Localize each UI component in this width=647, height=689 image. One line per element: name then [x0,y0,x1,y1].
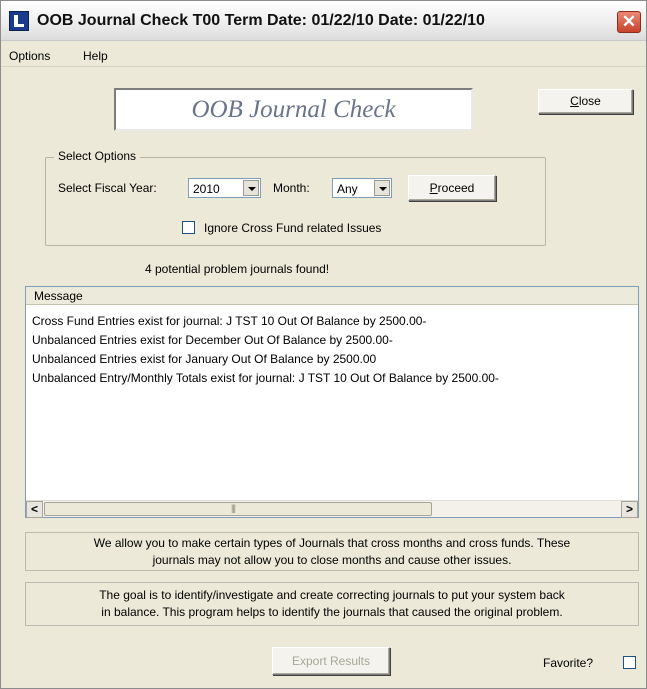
menu-help[interactable]: Help [83,49,108,63]
fiscal-year-select[interactable]: 2010 [188,178,261,198]
chevron-down-icon[interactable] [243,180,259,196]
ignore-cross-fund-label: Ignore Cross Fund related Issues [204,221,382,235]
window-title: OOB Journal Check T00 Term Date: 01/22/1… [37,12,485,29]
month-select[interactable]: Any [332,178,392,198]
message-rows: Cross Fund Entries exist for journal: J … [32,313,499,389]
proceed-button[interactable]: Proceed [408,175,496,201]
list-item[interactable]: Unbalanced Entry/Monthly Totals exist fo… [32,370,499,389]
select-options-legend: Select Options [54,149,141,163]
scrollbar-thumb[interactable] [44,502,432,516]
oob-journal-check-window: OOB Journal Check T00 Term Date: 01/22/1… [0,0,647,689]
list-item[interactable]: Cross Fund Entries exist for journal: J … [32,313,499,332]
export-results-button[interactable]: Export Results [272,647,390,675]
list-item[interactable]: Unbalanced Entries exist for January Out… [32,351,499,370]
message-list[interactable]: Message Cross Fund Entries exist for jou… [25,286,639,518]
favorite-label: Favorite? [543,656,594,670]
close-button[interactable]: Close [538,89,633,114]
list-item[interactable]: Unbalanced Entries exist for December Ou… [32,332,499,351]
fiscal-year-label: Select Fiscal Year: [58,181,157,195]
scroll-left-icon[interactable]: < [26,501,43,518]
horizontal-scrollbar[interactable]: < > [26,500,638,518]
chevron-down-icon[interactable] [374,180,390,196]
menu-bar: Options Help [1,45,646,67]
window-close-button[interactable]: ✕ [617,11,641,33]
banner-title: OOB Journal Check [114,88,473,131]
ignore-cross-fund-checkbox[interactable] [182,221,195,234]
month-label: Month: [273,181,310,195]
scroll-right-icon[interactable]: > [621,501,638,518]
favorite-checkbox[interactable] [623,656,636,669]
info-note-cross-months: We allow you to make certain types of Jo… [25,532,639,571]
info-note-goal: The goal is to identify/investigate and … [25,582,639,626]
app-icon [9,11,29,31]
menu-options[interactable]: Options [9,49,50,63]
status-message: 4 potential problem journals found! [145,262,330,276]
message-column-header[interactable]: Message [26,287,638,305]
title-bar: OOB Journal Check T00 Term Date: 01/22/1… [1,1,646,41]
